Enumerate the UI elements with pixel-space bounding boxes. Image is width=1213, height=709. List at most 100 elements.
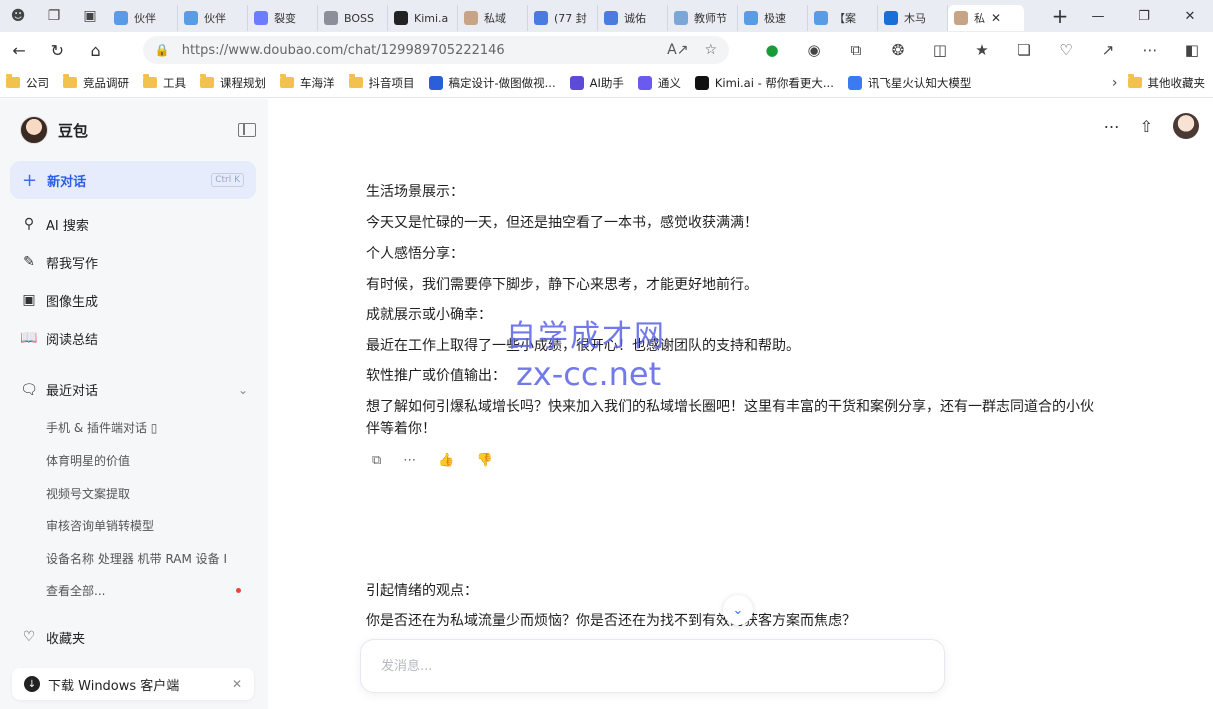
close-icon[interactable]: ✕ <box>232 677 242 691</box>
copy-icon[interactable]: ⧉ <box>835 41 877 59</box>
bookmark-label: AI助手 <box>589 75 624 90</box>
favorite-star-icon[interactable]: ☆ <box>704 42 717 58</box>
url-field[interactable]: 🔒 https://www.doubao.com/chat/1299897052… <box>142 36 729 64</box>
bookmark-label: 公司 <box>26 75 49 90</box>
more-options-icon[interactable]: ⋯ <box>1104 117 1120 136</box>
tab-label: 教师节 <box>694 12 727 25</box>
browser-tab[interactable]: 【案 <box>808 5 878 31</box>
extensions-icon[interactable]: ❂ <box>877 41 919 59</box>
more-menu-icon[interactable]: ⋯ <box>1129 41 1171 59</box>
thumbs-down-icon[interactable]: 👎 <box>476 453 492 468</box>
maximize-button[interactable]: ❐ <box>1121 0 1167 32</box>
new-chat-button[interactable]: + 新对话 Ctrl K <box>10 161 256 199</box>
recent-chat-item[interactable]: 设备名称 处理器 机带 RAM 设备 I <box>46 550 246 567</box>
folder-icon <box>6 74 20 88</box>
read-aloud-icon[interactable]: A↗ <box>667 42 688 58</box>
bookmark-link[interactable]: AI助手 <box>569 75 624 91</box>
browser-essentials-icon[interactable]: ♡ <box>1045 41 1087 59</box>
scroll-to-bottom-button[interactable]: ⌄ <box>723 595 753 625</box>
new-tab-button[interactable]: + <box>1045 0 1075 32</box>
browser-tabstrip: ☻ ❐ ▣ 伙伴 伙伴 裂变 BOSS Kimi.a 私域 (77 封 诚佑 教师节 极速 【案 木马… <box>0 0 1213 32</box>
collapse-sidebar-icon[interactable] <box>238 123 256 137</box>
tab-label: 木马 <box>904 12 926 25</box>
bookmark-link[interactable]: 通义 <box>637 75 681 91</box>
nav-label: 图像生成 <box>46 294 99 310</box>
folder-icon <box>143 74 157 88</box>
nav-writing[interactable]: ✎ 帮我写作 <box>20 250 256 274</box>
active-browser-tab[interactable]: 私 ✕ <box>948 5 1024 31</box>
bookmarks-bar: 公司 竞品调研 工具 课程规划 车海洋 抖音项目 稿定设计-做图做视... AI助手 通义 Kim… <box>0 68 1213 98</box>
message-input[interactable] <box>381 658 924 674</box>
refresh-button[interactable]: ↻ <box>38 32 76 68</box>
site-favicon-icon <box>847 75 862 90</box>
browser-tab[interactable]: (77 封 <box>528 5 598 31</box>
bookmark-label: 工具 <box>163 75 186 90</box>
folder-icon <box>1127 74 1142 88</box>
browser-tab[interactable]: 教师节 <box>668 5 738 31</box>
user-avatar[interactable] <box>1173 113 1199 139</box>
bookmark-label: Kimi.ai - 帮你看更大... <box>714 75 834 90</box>
browser-tab[interactable]: 伙伴 <box>178 5 248 31</box>
download-client-banner[interactable]: ↓ 下载 Windows 客户端 ✕ <box>12 668 254 700</box>
tab-label: 私 <box>974 12 985 25</box>
browser-tab[interactable]: Kimi.a <box>388 5 458 31</box>
back-button[interactable]: ← <box>0 32 38 68</box>
browser-tab[interactable]: 木马 <box>878 5 948 31</box>
thumbs-up-icon[interactable]: 👍 <box>438 453 454 468</box>
bookmark-folder[interactable]: 课程规划 <box>200 74 266 91</box>
chat-top-actions: ⋯ ⇧ <box>1084 113 1199 139</box>
more-icon[interactable]: ⋯ <box>403 453 416 468</box>
recent-chat-item[interactable]: 手机 & 插件端对话 ▯ <box>46 419 246 436</box>
bookmark-folder[interactable]: 工具 <box>143 74 186 91</box>
minimize-button[interactable]: — <box>1075 0 1121 32</box>
close-window-button[interactable]: ✕ <box>1167 0 1213 32</box>
other-bookmarks[interactable]: 其他收藏夹 <box>1127 74 1205 91</box>
browser-tab[interactable]: 裂变 <box>248 5 318 31</box>
workspaces-icon[interactable]: ❐ <box>36 0 72 32</box>
profile-icon[interactable]: ☻ <box>0 0 36 32</box>
address-bar-row: ← ↻ ⌂ 🔒 https://www.doubao.com/chat/1299… <box>0 32 1213 68</box>
shield-check-icon[interactable]: ● <box>751 41 793 59</box>
browser-tab[interactable]: BOSS <box>318 5 388 31</box>
recent-chat-item[interactable]: 审核咨询单销转模型 <box>46 517 246 534</box>
download-icon: ↓ <box>24 676 40 692</box>
favorites-icon[interactable]: ★ <box>961 41 1003 59</box>
bookmark-link[interactable]: 稿定设计-做图做视... <box>428 75 556 91</box>
bookmark-folder[interactable]: 竞品调研 <box>63 74 129 91</box>
split-screen-icon[interactable]: ◫ <box>919 41 961 59</box>
chevron-down-icon[interactable]: ⌄ <box>238 383 248 397</box>
browser-tab[interactable]: 极速 <box>738 5 808 31</box>
bookmark-folder[interactable]: 公司 <box>6 74 49 91</box>
nav-reading-summary[interactable]: 📖 阅读总结 <box>20 326 256 350</box>
window-controls: — ❐ ✕ <box>1075 0 1213 32</box>
folder-icon <box>200 74 214 88</box>
copy-icon[interactable]: ⧉ <box>372 453 381 468</box>
nav-label: 阅读总结 <box>46 332 99 348</box>
new-chat-label: 新对话 <box>47 174 87 190</box>
nav-favorites[interactable]: ♡ 收藏夹 <box>20 625 256 649</box>
share-icon[interactable]: ↗ <box>1087 41 1129 59</box>
view-all-link[interactable]: 查看全部... <box>46 582 246 599</box>
camera-icon[interactable]: ◉ <box>793 41 835 59</box>
close-tab-icon[interactable]: ✕ <box>991 11 1001 25</box>
share-icon[interactable]: ⇧ <box>1140 117 1153 136</box>
bookmark-folder[interactable]: 车海洋 <box>280 74 335 91</box>
browser-tab[interactable]: 伙伴 <box>108 5 178 31</box>
tab-actions-icon[interactable]: ▣ <box>72 0 108 32</box>
nav-ai-search[interactable]: ⚲ AI 搜索 <box>20 212 256 236</box>
browser-tab[interactable]: 诚佑 <box>598 5 668 31</box>
folder-icon <box>348 74 363 88</box>
browser-tab[interactable]: 私域 <box>458 5 528 31</box>
home-button[interactable]: ⌂ <box>77 32 115 68</box>
recent-chats-header[interactable]: 🗨 最近对话 ⌄ <box>20 380 248 400</box>
bookmark-link[interactable]: 讯飞星火认知大模型 <box>847 75 971 91</box>
nav-image-gen[interactable]: ▣ 图像生成 <box>20 288 256 312</box>
sidebar-toggle-icon[interactable]: ◧ <box>1171 41 1213 59</box>
nav-label: 收藏夹 <box>46 631 86 647</box>
collections-icon[interactable]: ❏ <box>1003 41 1045 59</box>
bookmark-link[interactable]: Kimi.ai - 帮你看更大... <box>694 75 834 91</box>
recent-chat-item[interactable]: 视频号文案提取 <box>46 485 246 502</box>
bookmark-folder[interactable]: 抖音项目 <box>348 74 415 91</box>
bookmarks-overflow-icon[interactable]: › <box>1112 75 1118 91</box>
recent-chat-item[interactable]: 体育明星的价值 <box>46 452 246 469</box>
